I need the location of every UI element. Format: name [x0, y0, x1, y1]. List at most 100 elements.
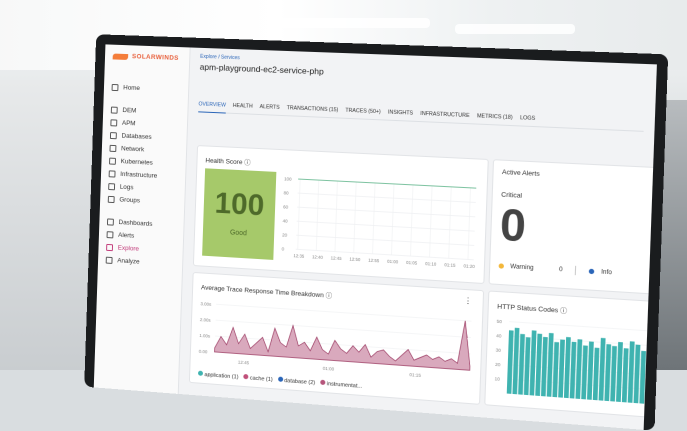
- http-bar: [552, 342, 560, 398]
- tab-traces-50[interactable]: TRACES (50+): [345, 108, 381, 116]
- http-bar: [575, 339, 583, 399]
- http-bar: [518, 333, 525, 395]
- screen: SOLARWINDS Home DEM APM Databases Network Kub…: [93, 44, 657, 430]
- network-icon: [109, 144, 117, 153]
- tab-transactions-15[interactable]: TRANSACTIONS (15): [287, 105, 339, 113]
- health-score-tile: 100 Good: [202, 168, 277, 260]
- home-icon: [111, 83, 119, 92]
- y-tick-label: 50: [497, 319, 503, 325]
- trace-response-card: Average Trace Response Time Breakdown ⓘ …: [188, 271, 485, 405]
- y-tick-label: 40: [496, 333, 502, 339]
- http-bar: [616, 341, 623, 402]
- gridline: [509, 336, 657, 349]
- legend-item[interactable]: database (2): [277, 376, 316, 387]
- x-tick-label: 01:00: [323, 366, 335, 372]
- y-tick-label: 40: [283, 218, 289, 223]
- explore-icon: [106, 243, 114, 252]
- x-tick-label: 01:15: [444, 262, 456, 268]
- gridline: [296, 235, 474, 245]
- active-alerts-title: Active Alerts: [501, 168, 540, 178]
- brand-logo[interactable]: SOLARWINDS: [112, 53, 182, 62]
- x-tick-label: 01:00: [387, 259, 399, 265]
- y-tick-label: 30: [496, 347, 502, 353]
- legend-item[interactable]: cache (1): [243, 373, 273, 383]
- y-tick-label: 100: [284, 176, 292, 181]
- health-score-title: Health Score: [205, 157, 243, 167]
- gridline: [216, 304, 471, 321]
- http-bar: [610, 345, 617, 402]
- groups-icon: [107, 195, 115, 204]
- warning-count[interactable]: 0: [559, 266, 563, 272]
- x-tick-label: 01:05: [406, 260, 418, 266]
- sidebar: SOLARWINDS Home DEM APM Databases Network Kub…: [93, 44, 191, 394]
- gridline: [298, 193, 476, 202]
- http-bar: [592, 347, 600, 401]
- http-status-chart: 5040302010: [495, 319, 657, 405]
- apm-icon: [110, 119, 118, 127]
- sidebar-item-label: Kubernetes: [120, 158, 153, 167]
- more-menu-icon[interactable]: ⋮: [464, 296, 473, 306]
- info-dot-icon: [589, 268, 595, 275]
- gridline: [430, 186, 433, 257]
- legend-item[interactable]: application (1): [197, 370, 239, 381]
- warning-dot-icon: [498, 263, 505, 269]
- sidebar-item-label: Analyze: [117, 257, 140, 266]
- monitor: SOLARWINDS Home DEM APM Databases Network Kub…: [84, 34, 669, 431]
- http-bar: [540, 336, 548, 397]
- gridline: [216, 320, 471, 337]
- health-score-line: [298, 179, 476, 188]
- y-tick-label: 80: [284, 190, 290, 195]
- http-bar: [651, 347, 657, 405]
- gridline: [449, 187, 452, 258]
- info-icon[interactable]: ⓘ: [560, 307, 567, 315]
- tab-infrastructure[interactable]: INFRASTRUCTURE: [420, 111, 470, 119]
- gridline: [297, 207, 475, 217]
- tab-overview[interactable]: OVERVIEW: [198, 101, 226, 114]
- gridline: [509, 322, 657, 334]
- tab-logs[interactable]: LOGS: [520, 115, 535, 122]
- x-tick-label: 12:55: [368, 258, 380, 264]
- sidebar-item-label: Groups: [119, 196, 141, 205]
- tab-metrics-18[interactable]: METRICS (18): [477, 113, 513, 121]
- health-score-card: Health Score ⓘ 100 Good 100 80 60 40 20 0 12:3…: [192, 145, 489, 285]
- y-tick-label: 3.00s: [200, 301, 212, 307]
- info-icon[interactable]: ⓘ: [325, 292, 332, 299]
- database-icon: [109, 132, 117, 140]
- y-tick-label: 20: [282, 232, 288, 237]
- tab-health[interactable]: HEALTH: [233, 103, 253, 110]
- y-tick-label: 0.00: [199, 349, 208, 355]
- legend-label: database (2): [282, 377, 316, 387]
- trace-response-chart: 3.00s2.00s1.00s0.0012:4501:0001:15: [199, 301, 474, 378]
- logs-icon: [108, 183, 116, 191]
- http-bar: [581, 345, 588, 400]
- gridline: [373, 183, 375, 254]
- x-tick-label: 01:15: [409, 372, 421, 378]
- x-tick-label: 12:35: [293, 253, 305, 259]
- tab-insights[interactable]: INSIGHTS: [388, 109, 413, 116]
- legend-item[interactable]: instrumentat...: [320, 379, 362, 390]
- dem-icon: [110, 106, 118, 114]
- gridline: [297, 221, 475, 231]
- legend-label: application (1): [202, 371, 239, 381]
- background-wall-left: [0, 80, 95, 370]
- sidebar-item-label: Logs: [119, 183, 134, 192]
- sidebar-item-label: DEM: [122, 107, 137, 115]
- health-score-value: 100: [214, 186, 265, 223]
- gridline: [298, 179, 300, 249]
- sidebar-item-label: Dashboards: [118, 219, 153, 228]
- http-status-card: HTTP Status Codes ⓘ 50 40 30 20 10: [484, 290, 657, 422]
- tab-bar: OVERVIEW HEALTH ALERTS TRANSACTIONS (15) TRA…: [198, 101, 644, 132]
- dashboards-icon: [106, 218, 114, 226]
- sidebar-item-label: Alerts: [118, 231, 135, 240]
- sidebar-item-label: Infrastructure: [120, 170, 158, 180]
- tab-alerts[interactable]: ALERTS: [260, 104, 280, 111]
- gridline: [410, 185, 413, 256]
- x-tick-label: 12:50: [349, 256, 361, 262]
- y-tick-label: 2.00s: [200, 317, 212, 323]
- critical-label: Critical: [501, 191, 523, 200]
- info-icon[interactable]: ⓘ: [244, 159, 251, 166]
- critical-count[interactable]: 0: [499, 200, 527, 253]
- gridline: [468, 188, 471, 260]
- trace-area-series: [215, 304, 472, 370]
- http-bar: [506, 330, 514, 394]
